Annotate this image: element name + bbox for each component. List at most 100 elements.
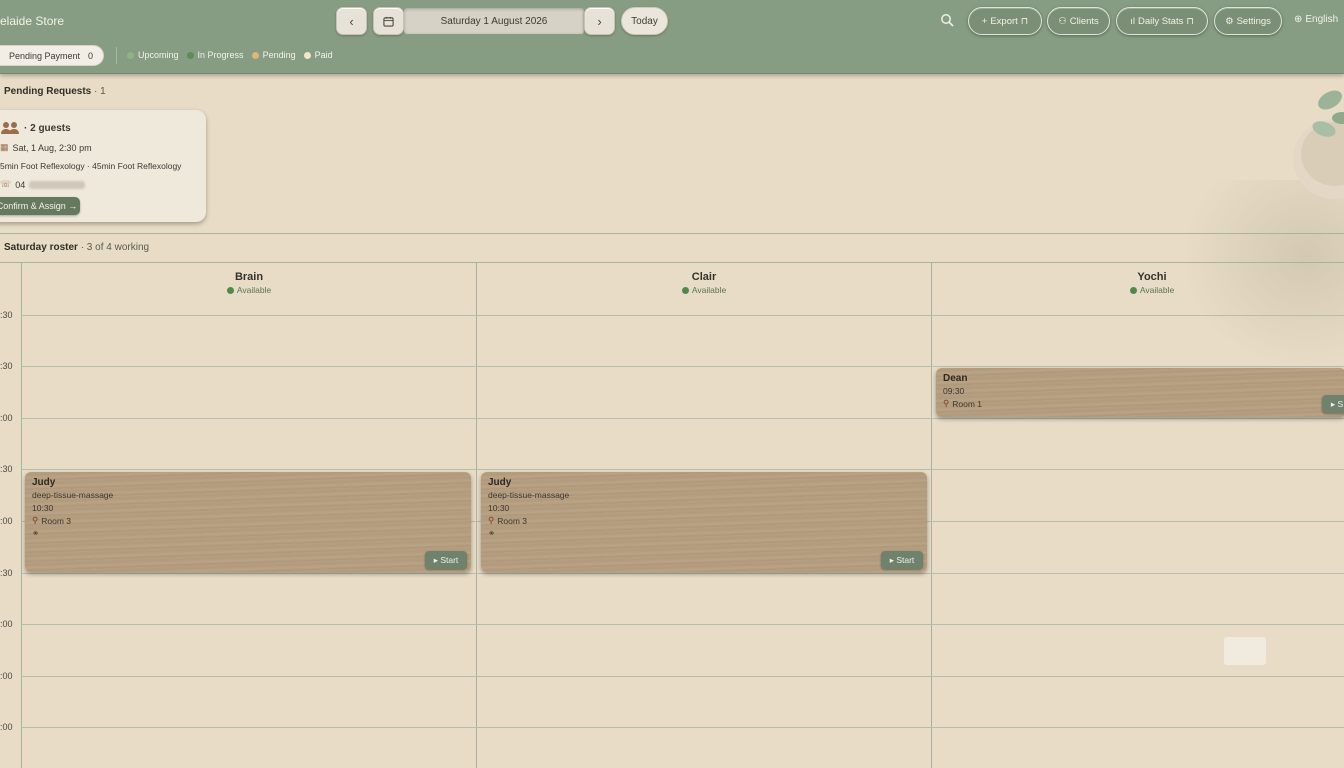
guests-row: · 2 guests [0,121,71,135]
daily-stats-button[interactable]: ıl Daily Stats ⊓ [1116,7,1208,35]
settings-button[interactable]: ⚙ Settings [1214,7,1282,35]
pending-payment-label: Pending Payment [9,50,81,61]
calendar-button[interactable] [373,7,404,35]
slot-line [22,469,1344,470]
floating-widget[interactable] [1224,637,1266,665]
start-button[interactable]: ▸ Start [881,551,923,569]
export-label: Export [990,15,1018,27]
chevron-right-icon: › [597,13,602,29]
room-row: ⚲ Room 3 [488,515,527,526]
link-icon[interactable]: ⚭ [32,528,39,539]
slot-line [22,366,1344,367]
service-name: deep-tissue-massage [488,490,570,500]
time-label: :00 [0,619,13,629]
time-column-divider [21,262,22,768]
room-row: ⚲ Room 1 [943,398,982,409]
current-date[interactable]: Saturday 1 August 2026 [404,8,584,34]
users-icon: ⚇ [1058,15,1067,27]
location-pin-icon: ⚲ [488,515,495,525]
export-button[interactable]: + Export ⊓ [968,7,1042,35]
chevron-left-icon: ‹ [349,13,354,29]
therapist-name: Brain [234,271,264,283]
time-label: :30 [0,310,13,320]
time-label: :00 [0,671,13,681]
client-name: Judy [488,477,512,488]
location-pin-icon: ⚲ [943,398,950,408]
language-selector[interactable]: ⊕ English [1294,14,1338,25]
plant-decoration [1293,90,1344,199]
grid-top-line [0,262,1344,263]
calendar-icon: ▦ [0,142,9,152]
appointment-card[interactable]: Judy deep-tissue-massage 10:30 ⚲ Room 3 … [481,472,927,572]
daily-stats-label: Daily Stats [1137,15,1184,27]
next-day-button[interactable]: › [584,7,615,35]
lock-icon: ⊓ [1186,15,1194,27]
availability-status: Available [22,285,476,295]
slot-line [22,624,1344,625]
column-divider [476,262,477,768]
start-button[interactable]: ▸ Start [425,551,467,569]
divider [116,47,117,64]
services-row: 5min Foot Reflexology · 45min Foot Refle… [0,161,182,171]
clients-button[interactable]: ⚇ Clients [1047,7,1110,35]
status-legend: Upcoming In Progress Pending Paid [127,50,333,60]
datetime-row: ▦ Sat, 1 Aug, 2:30 pm [0,142,92,153]
clients-label: Clients [1069,15,1099,27]
settings-label: Settings [1236,15,1271,27]
room-row: ⚲ Room 3 [32,515,71,526]
bar-chart-icon: ıl [1130,15,1135,27]
appointment-time: 10:30 [32,503,54,513]
client-name: Dean [943,373,968,384]
search-icon[interactable] [940,13,954,27]
slot-line [22,676,1344,677]
section-divider [0,233,1344,234]
pending-payment-count: 0 [88,50,94,61]
store-title: elaide Store [0,14,65,28]
globe-icon: ⊕ [1294,14,1303,25]
legend-paid: Paid [303,50,333,60]
client-name: Judy [32,477,56,488]
calendar-icon [383,16,394,27]
slot-line [22,573,1344,574]
top-bar: elaide Store ‹ Saturday 1 August 2026 › … [0,0,1344,74]
phone-icon: ☏ [0,179,12,189]
appointment-time: 10:30 [488,503,510,513]
pending-requests-title: Pending Requests · 1 [4,86,106,97]
legend-in-progress: In Progress [186,50,244,60]
time-label: :00 [0,413,13,423]
pending-payment-chip[interactable]: Pending Payment 0 [0,45,104,66]
time-label: :00 [0,722,13,732]
appointment-card[interactable]: Judy deep-tissue-massage 10:30 ⚲ Room 3 … [25,472,471,572]
therapist-column-header: Yochi Available [932,271,1344,295]
plus-icon: + [981,15,988,27]
users-icon [1,122,19,134]
phone-row: ☏ 04 [0,179,86,190]
time-label: :30 [0,361,13,371]
appointment-time: 09:30 [943,386,965,396]
therapist-column-header: Brain Available [22,271,476,295]
confirm-assign-button[interactable]: Confirm & Assign → [0,197,80,215]
slot-line [22,418,1344,419]
location-pin-icon: ⚲ [32,515,39,525]
language-label: English [1305,14,1339,25]
pending-request-card[interactable]: · 2 guests ▦ Sat, 1 Aug, 2:30 pm 5min Fo… [0,110,206,222]
availability-status: Available [932,285,1344,295]
start-button[interactable]: ▸ S [1322,395,1344,413]
time-label: :30 [0,464,13,474]
link-icon[interactable]: ⚭ [488,528,495,539]
column-divider [931,262,932,768]
time-label: :30 [0,568,13,578]
appointment-card[interactable]: Dean 09:30 ⚲ Room 1 ▸ S [936,368,1344,417]
roster-title: Saturday roster · 3 of 4 working [4,242,150,253]
lock-icon: ⊓ [1020,15,1029,27]
therapist-name: Yochi [1137,271,1167,283]
therapist-column-header: Clair Available [477,271,931,295]
time-label: :00 [0,516,13,526]
slot-line [22,315,1344,316]
phone-redacted [29,180,86,189]
slot-line [22,727,1344,728]
prev-day-button[interactable]: ‹ [336,7,367,35]
gear-icon: ⚙ [1225,15,1234,27]
legend-pending: Pending [251,50,296,60]
today-button[interactable]: Today [621,7,668,35]
